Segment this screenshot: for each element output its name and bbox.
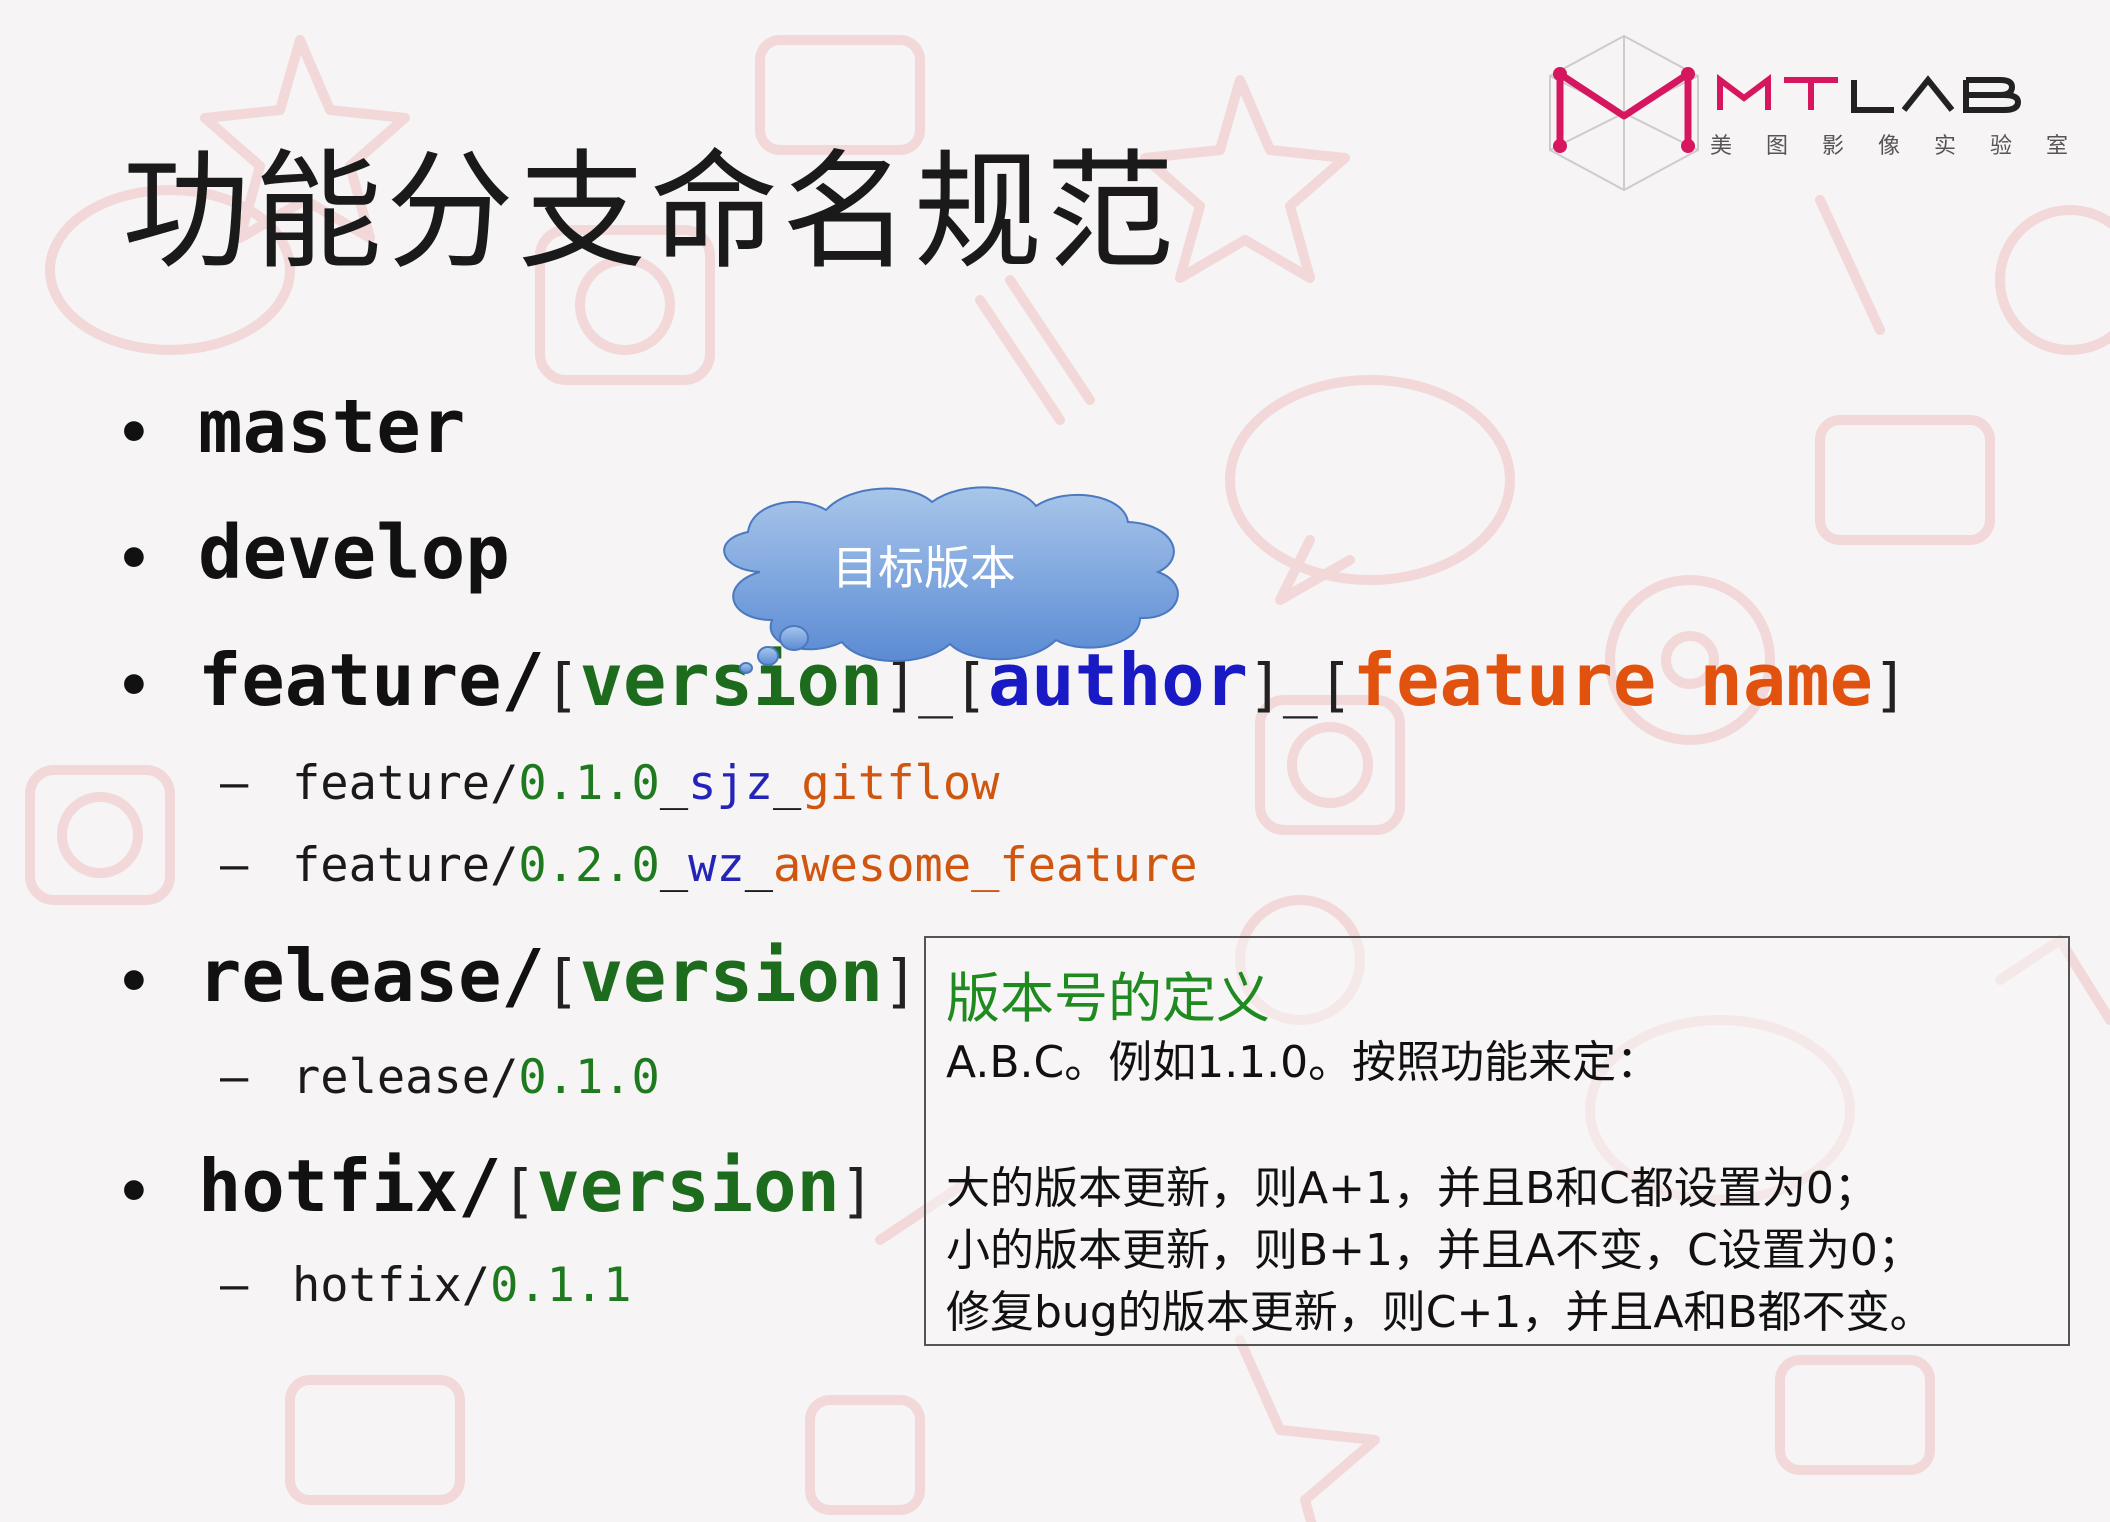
bullet-master: • master xyxy=(116,384,465,470)
example-prefix: feature/ xyxy=(292,756,519,811)
mtlab-logo xyxy=(1549,34,2022,192)
bracket: ] xyxy=(1248,651,1283,719)
bracket: ] xyxy=(883,947,919,1015)
dash: – xyxy=(220,1050,249,1105)
release-version-token: version xyxy=(579,934,884,1018)
dash: – xyxy=(220,756,249,811)
bullet-develop: • develop xyxy=(116,510,510,596)
example-prefix: feature/ xyxy=(292,838,519,893)
definition-line: 大的版本更新，则A+1，并且B和C都设置为0； xyxy=(946,1163,1878,1214)
example-sep: _ xyxy=(659,756,689,811)
bracket: [ xyxy=(544,651,580,719)
hotfix-prefix: hotfix/ xyxy=(198,1144,502,1228)
example-author: sjz xyxy=(688,756,774,811)
bullet-dot: • xyxy=(116,401,152,466)
bullet-dot: • xyxy=(116,654,152,719)
example-version: 0.2.0 xyxy=(518,838,660,893)
feature-prefix: feature/ xyxy=(198,638,545,722)
definition-line: A.B.C。例如1.1.0。按照功能来定： xyxy=(946,1037,1661,1088)
definition-line: 修复bug的版本更新，则C+1，并且A和B都不变。 xyxy=(946,1287,1934,1338)
example-sep: _ xyxy=(744,838,774,893)
hotfix-version-token: version xyxy=(536,1144,840,1228)
bullet-hotfix: • hotfix/[version] xyxy=(116,1144,875,1228)
release-example: – release/0.1.0 xyxy=(220,1050,660,1105)
example-prefix: hotfix/ xyxy=(292,1258,491,1313)
separator: _ xyxy=(1282,651,1318,719)
release-prefix: release/ xyxy=(198,934,545,1018)
bullet-dot: • xyxy=(116,1160,152,1225)
example-author: wz xyxy=(688,838,745,893)
bracket: ] xyxy=(839,1157,875,1225)
example-version: 0.1.0 xyxy=(518,1050,660,1105)
example-sep: _ xyxy=(773,756,802,811)
bullet-dot: • xyxy=(116,527,152,592)
bracket: [ xyxy=(544,947,580,1015)
dash: – xyxy=(220,838,249,893)
example-name: awesome_feature xyxy=(773,838,1198,893)
branch-develop: develop xyxy=(198,510,510,596)
logo-subtitle: 美图影像实验室 xyxy=(1710,134,2103,159)
feature-name-token: feature name xyxy=(1352,638,1873,722)
feature-example: – feature/0.1.0_sjz_gitflow xyxy=(220,756,999,811)
bracket: ] xyxy=(1872,651,1908,719)
bullet-release: • release/[version] xyxy=(116,934,918,1018)
dash: – xyxy=(220,1258,249,1313)
definition-title: 版本号的定义 xyxy=(946,967,1270,1030)
callout-target-version: 目标版本 xyxy=(832,541,1016,595)
example-version: 0.1.1 xyxy=(490,1258,632,1313)
example-prefix: release/ xyxy=(292,1050,519,1105)
branch-master: master xyxy=(198,384,466,470)
bracket: [ xyxy=(1317,651,1353,719)
feature-example: – feature/0.2.0_wz_awesome_feature xyxy=(220,838,1198,893)
bullet-dot: • xyxy=(116,950,152,1015)
bracket: [ xyxy=(501,1157,537,1225)
example-name: gitflow xyxy=(801,756,1000,811)
definition-line: 小的版本更新，则B+1，并且A不变，C设置为0； xyxy=(946,1225,1922,1276)
slide-title: 功能分支命名规范 xyxy=(122,138,1179,287)
hotfix-example: – hotfix/0.1.1 xyxy=(220,1258,632,1313)
example-version: 0.1.0 xyxy=(518,756,660,811)
example-sep: _ xyxy=(659,838,689,893)
